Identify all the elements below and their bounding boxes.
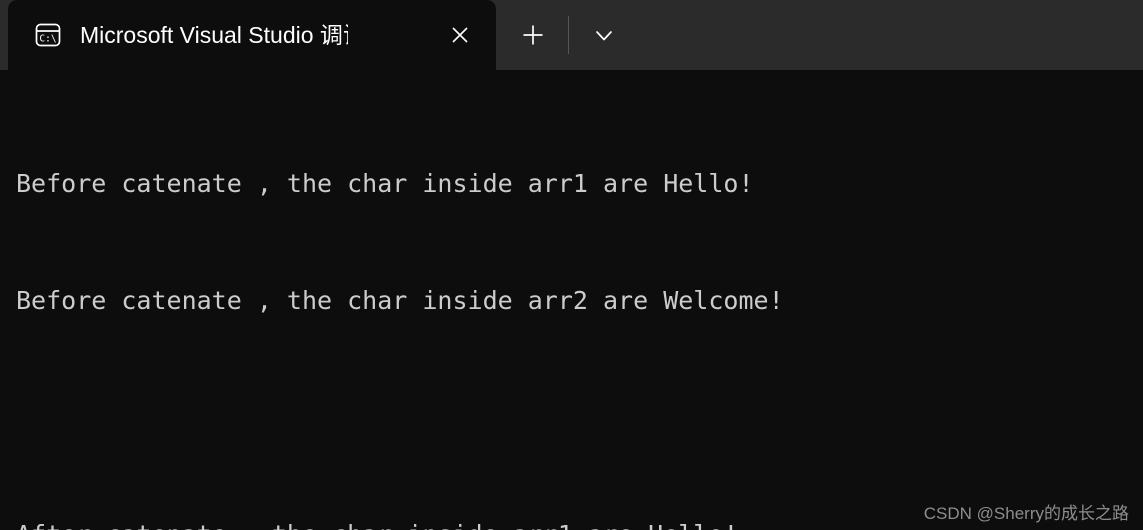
close-icon[interactable] <box>440 15 480 55</box>
console-text-block: Before catenate , the char inside arr1 a… <box>16 86 1143 530</box>
console-window: C:\ Microsoft Visual Studio 调试控 <box>0 0 1143 530</box>
tab-strip-divider <box>568 16 569 54</box>
console-line: Before catenate , the char inside arr1 a… <box>16 169 754 198</box>
chevron-down-icon[interactable] <box>581 12 627 58</box>
new-tab-icon[interactable] <box>510 12 556 58</box>
tab-strip: C:\ Microsoft Visual Studio 调试控 <box>0 0 1143 70</box>
console-output-area[interactable]: Before catenate , the char inside arr1 a… <box>0 70 1143 530</box>
console-line: Before catenate , the char inside arr2 a… <box>16 286 784 315</box>
command-prompt-icon: C:\ <box>34 21 62 49</box>
tab-title: Microsoft Visual Studio 调试控 <box>80 23 348 47</box>
tab-visual-studio-debug-console[interactable]: C:\ Microsoft Visual Studio 调试控 <box>8 0 496 70</box>
watermark: CSDN @Sherry的成长之路 <box>923 504 1129 523</box>
svg-text:C:\: C:\ <box>39 34 56 45</box>
tab-strip-actions <box>496 0 627 70</box>
